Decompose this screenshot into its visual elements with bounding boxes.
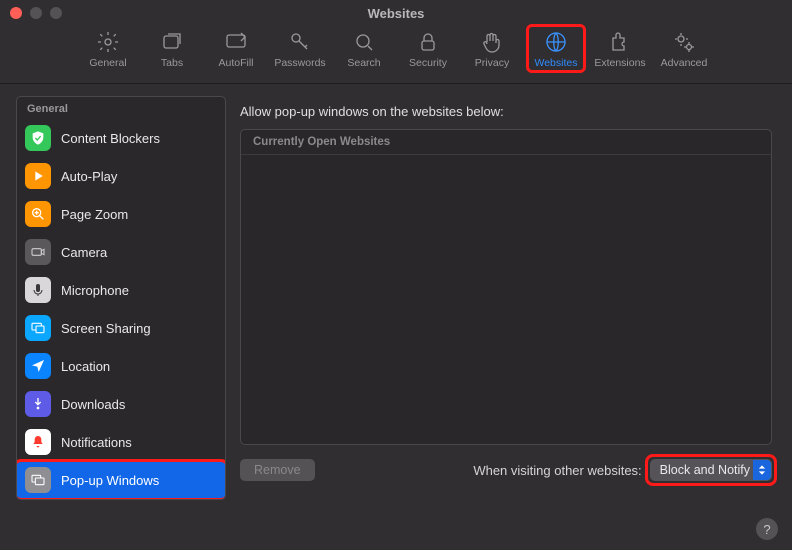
gear-icon: [96, 30, 120, 54]
sidebar-item-content-blockers[interactable]: Content Blockers: [17, 119, 225, 157]
pencil-icon: [224, 30, 248, 54]
preferences-toolbar: General Tabs AutoFill Passwords Search S…: [0, 26, 792, 84]
minimize-window-button[interactable]: [30, 7, 42, 19]
shield-check-icon: [25, 125, 51, 151]
sidebar-item-auto-play[interactable]: Auto-Play: [17, 157, 225, 195]
toolbar-search[interactable]: Search: [336, 28, 392, 71]
toolbar-passwords-label: Passwords: [274, 57, 325, 69]
sidebar-item-label: Notifications: [61, 435, 132, 450]
other-websites-label: When visiting other websites:: [473, 463, 641, 478]
remove-button[interactable]: Remove: [240, 459, 315, 481]
detail-footer: Remove When visiting other websites: Blo…: [240, 459, 772, 481]
toolbar-general-label: General: [89, 57, 126, 69]
sidebar-item-label: Content Blockers: [61, 131, 160, 146]
toolbar-extensions-label: Extensions: [594, 57, 645, 69]
gears-icon: [672, 30, 696, 54]
sidebar-list: Content Blockers Auto-Play Page Zoom: [17, 119, 225, 499]
toolbar-autofill-label: AutoFill: [218, 57, 253, 69]
titlebar: Websites: [0, 0, 792, 26]
toolbar-advanced[interactable]: Advanced: [656, 28, 712, 71]
download-icon: [25, 391, 51, 417]
sidebar-item-notifications[interactable]: Notifications: [17, 423, 225, 461]
sidebar-item-downloads[interactable]: Downloads: [17, 385, 225, 423]
sidebar-item-page-zoom[interactable]: Page Zoom: [17, 195, 225, 233]
sidebar-header: General: [17, 97, 225, 119]
location-icon: [25, 353, 51, 379]
toolbar-general[interactable]: General: [80, 28, 136, 71]
other-websites-select-wrap: Block and Notify: [650, 459, 772, 481]
bell-icon: [25, 429, 51, 455]
toolbar-security-label: Security: [409, 57, 447, 69]
toolbar-websites-label: Websites: [535, 57, 578, 69]
close-window-button[interactable]: [10, 7, 22, 19]
lock-icon: [416, 30, 440, 54]
hand-icon: [480, 30, 504, 54]
sidebar-item-camera[interactable]: Camera: [17, 233, 225, 271]
toolbar-security[interactable]: Security: [400, 28, 456, 71]
play-icon: [25, 163, 51, 189]
toolbar-extensions[interactable]: Extensions: [592, 28, 648, 71]
window-title: Websites: [368, 6, 425, 21]
sidebar-item-label: Downloads: [61, 397, 125, 412]
globe-icon: [544, 30, 568, 54]
puzzle-icon: [608, 30, 632, 54]
zoom-window-button[interactable]: [50, 7, 62, 19]
chevron-up-down-icon: [753, 460, 771, 480]
sidebar-item-label: Screen Sharing: [61, 321, 151, 336]
toolbar-privacy-label: Privacy: [475, 57, 509, 69]
websites-list-header: Currently Open Websites: [241, 130, 771, 155]
toolbar-autofill[interactable]: AutoFill: [208, 28, 264, 71]
toolbar-tabs-label: Tabs: [161, 57, 183, 69]
sidebar-item-label: Page Zoom: [61, 207, 128, 222]
sidebar-item-microphone[interactable]: Microphone: [17, 271, 225, 309]
sidebar: General Content Blockers Auto-Play: [16, 96, 226, 500]
toolbar-privacy[interactable]: Privacy: [464, 28, 520, 71]
sidebar-item-label: Pop-up Windows: [61, 473, 159, 488]
toolbar-search-label: Search: [347, 57, 380, 69]
content-area: General Content Blockers Auto-Play: [0, 84, 792, 550]
search-icon: [352, 30, 376, 54]
sidebar-item-screen-sharing[interactable]: Screen Sharing: [17, 309, 225, 347]
detail-pane: Allow pop-up windows on the websites bel…: [232, 84, 792, 540]
windows-icon: [25, 467, 51, 493]
microphone-icon: [25, 277, 51, 303]
toolbar-passwords[interactable]: Passwords: [272, 28, 328, 71]
camera-icon: [25, 239, 51, 265]
toolbar-websites[interactable]: Websites: [528, 28, 584, 71]
sidebar-container: General Content Blockers Auto-Play: [0, 84, 232, 540]
key-icon: [288, 30, 312, 54]
websites-list[interactable]: Currently Open Websites: [240, 129, 772, 445]
select-value: Block and Notify: [660, 463, 750, 477]
help-glyph: ?: [763, 522, 770, 537]
help-button[interactable]: ?: [756, 518, 778, 540]
toolbar-tabs[interactable]: Tabs: [144, 28, 200, 71]
sidebar-item-label: Microphone: [61, 283, 129, 298]
sidebar-item-location[interactable]: Location: [17, 347, 225, 385]
traffic-lights: [10, 7, 62, 19]
detail-heading: Allow pop-up windows on the websites bel…: [240, 104, 772, 119]
sidebar-item-label: Location: [61, 359, 110, 374]
sidebar-item-popup-windows[interactable]: Pop-up Windows: [17, 461, 225, 499]
sidebar-item-label: Camera: [61, 245, 107, 260]
screen-icon: [25, 315, 51, 341]
zoom-icon: [25, 201, 51, 227]
sidebar-item-label: Auto-Play: [61, 169, 117, 184]
tabs-icon: [160, 30, 184, 54]
toolbar-advanced-label: Advanced: [661, 57, 708, 69]
